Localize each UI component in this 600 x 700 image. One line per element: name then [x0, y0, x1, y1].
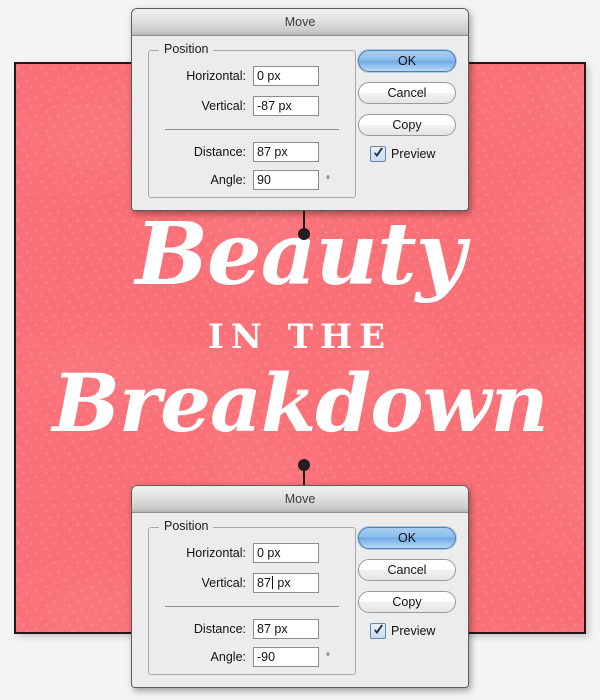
distance-label: Distance:	[193, 145, 246, 159]
cancel-button[interactable]: Cancel	[358, 559, 456, 581]
group-divider	[165, 129, 339, 130]
horizontal-label: Horizontal:	[186, 546, 246, 560]
preview-checkbox-row[interactable]: Preview	[358, 146, 456, 162]
copy-button[interactable]: Copy	[358, 114, 456, 136]
vertical-field-row: Vertical: 87 px	[149, 572, 357, 594]
checkmark-icon	[374, 624, 383, 634]
distance-label: Distance:	[193, 622, 246, 636]
copy-button[interactable]: Copy	[358, 591, 456, 613]
preview-checkbox[interactable]	[370, 623, 386, 639]
move-dialog-top[interactable]: Move Position Horizontal: 0 px Vertical:…	[131, 8, 469, 211]
angle-label: Angle:	[210, 173, 246, 187]
vertical-field-row: Vertical: -87 px	[149, 95, 357, 117]
dialog-button-column: OK Cancel Copy Preview	[358, 50, 456, 162]
preview-label: Preview	[391, 624, 436, 638]
artwork-line-breakdown: Breakdown	[52, 355, 548, 450]
group-divider	[165, 606, 339, 607]
dialog-title: Move	[284, 15, 316, 29]
ok-button[interactable]: OK	[358, 50, 456, 72]
horizontal-field-row: Horizontal: 0 px	[149, 542, 357, 564]
dialog-button-column: OK Cancel Copy Preview	[358, 527, 456, 639]
distance-input[interactable]: 87 px	[253, 619, 319, 639]
degree-unit-label: °	[326, 174, 330, 186]
pin-knob	[298, 228, 310, 240]
vertical-input[interactable]: 87 px	[253, 573, 319, 593]
artwork-text-block: Beauty IN THE Breakdown	[16, 212, 584, 450]
angle-input[interactable]: 90	[253, 170, 319, 190]
preview-checkbox[interactable]	[370, 146, 386, 162]
dialog-body: Position Horizontal: 0 px Vertical: 87 p…	[132, 513, 468, 687]
dialog-titlebar[interactable]: Move	[132, 9, 468, 36]
distance-input[interactable]: 87 px	[253, 142, 319, 162]
vertical-label: Vertical:	[201, 99, 246, 113]
ok-button[interactable]: OK	[358, 527, 456, 549]
preview-label: Preview	[391, 147, 436, 161]
position-group-legend: Position	[159, 42, 214, 56]
position-group: Position Horizontal: 0 px Vertical: -87 …	[148, 42, 357, 198]
screenshot-stage: Beauty IN THE Breakdown Move Position Ho…	[0, 0, 600, 700]
checkmark-icon	[374, 147, 383, 157]
horizontal-label: Horizontal:	[186, 69, 246, 83]
position-group: Position Horizontal: 0 px Vertical: 87 p…	[148, 519, 357, 675]
vertical-label: Vertical:	[201, 576, 246, 590]
horizontal-input[interactable]: 0 px	[253, 66, 319, 86]
artwork-line-in-the: IN THE	[207, 316, 393, 357]
dialog-titlebar[interactable]: Move	[132, 486, 468, 513]
angle-field-row: Angle: -90 °	[149, 646, 357, 668]
preview-checkbox-row[interactable]: Preview	[358, 623, 456, 639]
dialog-body: Position Horizontal: 0 px Vertical: -87 …	[132, 36, 468, 210]
horizontal-field-row: Horizontal: 0 px	[149, 65, 357, 87]
move-dialog-bottom[interactable]: Move Position Horizontal: 0 px Vertical:…	[131, 485, 469, 688]
angle-field-row: Angle: 90 °	[149, 169, 357, 191]
text-caret	[271, 576, 273, 589]
angle-input[interactable]: -90	[253, 647, 319, 667]
cancel-button[interactable]: Cancel	[358, 82, 456, 104]
vertical-input[interactable]: -87 px	[253, 96, 319, 116]
angle-label: Angle:	[210, 650, 246, 664]
horizontal-input[interactable]: 0 px	[253, 543, 319, 563]
distance-field-row: Distance: 87 px	[149, 141, 357, 163]
degree-unit-label: °	[326, 651, 330, 663]
position-group-legend: Position	[159, 519, 214, 533]
distance-field-row: Distance: 87 px	[149, 618, 357, 640]
dialog-title: Move	[284, 492, 316, 506]
